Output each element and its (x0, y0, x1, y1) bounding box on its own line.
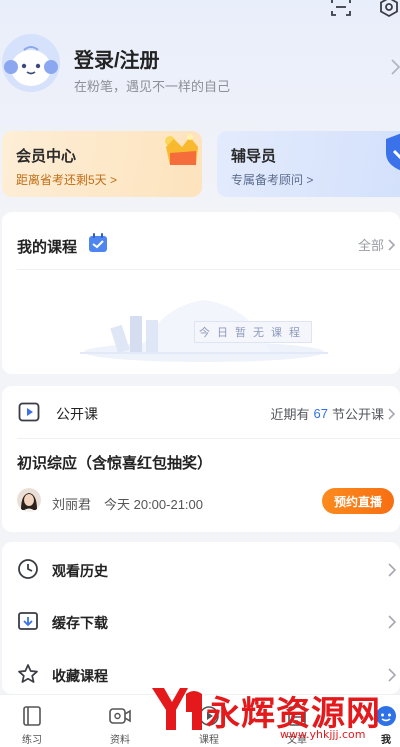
divider (17, 438, 400, 439)
my-courses-panel: 我的课程 全部 今日暂无课程 (2, 212, 400, 374)
calendar-icon (89, 233, 107, 252)
menu-label: 缓存下载 (52, 615, 108, 631)
reserve-live-button[interactable]: 预约直播 (322, 488, 394, 514)
menu-label: 收藏课程 (52, 668, 108, 684)
all-courses-link[interactable]: 全部 (358, 235, 396, 254)
practice-icon (23, 706, 41, 726)
gear-icon[interactable] (378, 0, 400, 18)
empty-courses-text: 今日暂无课程 (194, 321, 312, 343)
chevron-right-icon (388, 668, 397, 682)
all-courses-label: 全部 (357, 238, 384, 253)
exam-countdown: 距离省考还剩5天 > (16, 173, 118, 187)
star-icon (18, 664, 38, 683)
chevron-right-icon (388, 407, 396, 420)
menu-panel: 观看历史 缓存下载 收藏课程 (2, 542, 400, 694)
member-center-card[interactable]: 会员中心 距离省考还剩5天 > (2, 131, 202, 197)
tab-label: 练习 (22, 735, 42, 746)
recent-prefix: 近期有 (270, 407, 310, 422)
profile-login-row[interactable]: 登录/注册 在粉笔，遇见不一样的自己 (0, 30, 400, 106)
tutor-card[interactable]: 辅导员 专属备考顾问 > (217, 131, 400, 197)
lesson-title[interactable]: 初识综应（含惊喜红包抽奖） (17, 452, 212, 473)
top-toolbar (320, 0, 400, 22)
teacher-name: 刘丽君 (52, 497, 92, 512)
teacher-avatar (17, 488, 41, 512)
chevron-right-icon (391, 59, 400, 75)
chevron-right-icon (388, 563, 397, 577)
tutor-subtitle: 专属备考顾问 > (231, 173, 314, 187)
my-courses-title: 我的课程 (17, 239, 78, 256)
member-center-title: 会员中心 (16, 148, 77, 165)
recent-suffix: 节公开课 (331, 407, 384, 422)
profile-subtitle: 在粉笔，遇见不一样的自己 (74, 79, 231, 94)
lesson-time: 今天 20:00-21:00 (104, 497, 204, 512)
login-register-title[interactable]: 登录/注册 (74, 44, 160, 73)
play-icon (18, 402, 40, 422)
menu-label: 观看历史 (52, 563, 108, 579)
crown-icon (165, 134, 198, 165)
tab-label: 资料 (110, 735, 130, 746)
open-class-title: 公开课 (56, 406, 98, 422)
tutor-title: 辅导员 (231, 148, 277, 165)
tab-practice[interactable]: 练习 (2, 695, 62, 747)
tutor-shield-icon (386, 133, 400, 171)
site-watermark: 永辉资源网 www.yhkjjj.com (148, 684, 380, 746)
scan-icon[interactable] (330, 0, 352, 18)
divider (17, 269, 400, 270)
watermark-logo (152, 688, 202, 730)
menu-item-history[interactable]: 观看历史 (2, 544, 400, 596)
open-class-panel: 公开课 近期有 67 节公开课 初识综应（含惊喜红包抽奖） 刘丽君 今天 20:00… (2, 386, 400, 532)
quick-cards: 会员中心 距离省考还剩5天 > 辅导员 专属备考顾问 > (0, 131, 400, 197)
menu-item-download[interactable]: 缓存下载 (2, 596, 400, 648)
download-icon (18, 612, 38, 630)
recent-count: 67 (313, 406, 328, 421)
history-icon (18, 559, 38, 579)
tab-materials[interactable]: 资料 (90, 695, 150, 747)
open-class-recent-link[interactable]: 近期有 67 节公开课 (271, 404, 397, 423)
chevron-right-icon (388, 238, 396, 251)
avatar (2, 34, 60, 92)
watermark-url: www.yhkjjj.com (280, 728, 366, 741)
video-icon (109, 708, 131, 724)
chevron-right-icon (388, 615, 397, 629)
